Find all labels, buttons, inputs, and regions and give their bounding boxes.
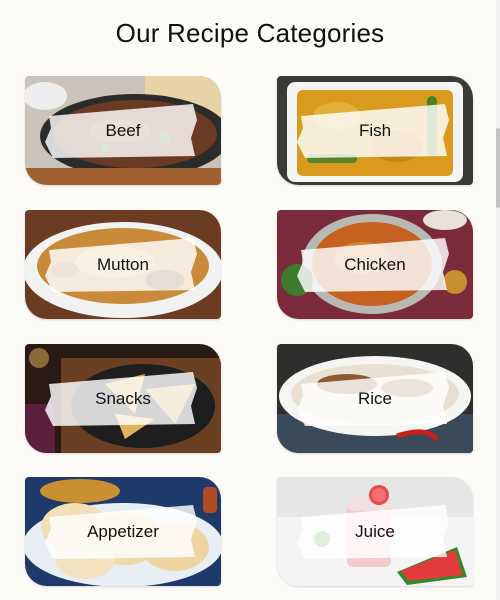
category-label: Snacks xyxy=(95,388,151,408)
scrollbar-thumb[interactable] xyxy=(496,128,500,208)
category-card-rice[interactable]: Rice xyxy=(277,344,473,453)
page-scrollbar[interactable] xyxy=(496,0,500,600)
category-label: Appetizer xyxy=(87,521,159,541)
category-label: Juice xyxy=(355,521,395,541)
category-label: Fish xyxy=(358,120,392,140)
category-label: Rice xyxy=(357,388,392,408)
category-card-snacks[interactable]: Snacks xyxy=(25,344,221,453)
category-card-appetizer[interactable]: Appetizer xyxy=(25,477,221,586)
page-title: Our Recipe Categories xyxy=(115,18,385,48)
category-card-beef[interactable]: Beef xyxy=(25,76,221,185)
category-label: Mutton xyxy=(97,254,149,274)
category-card-fish[interactable]: Fish xyxy=(277,76,473,185)
category-card-mutton[interactable]: Mutton xyxy=(25,210,221,319)
category-label: Beef xyxy=(105,120,141,140)
category-label: Chicken xyxy=(344,254,406,274)
category-card-juice[interactable]: Juice xyxy=(277,477,473,586)
recipe-categories-page: Our Recipe Categories Beef Fish Mutton C… xyxy=(0,0,500,600)
category-card-chicken[interactable]: Chicken xyxy=(277,210,473,319)
